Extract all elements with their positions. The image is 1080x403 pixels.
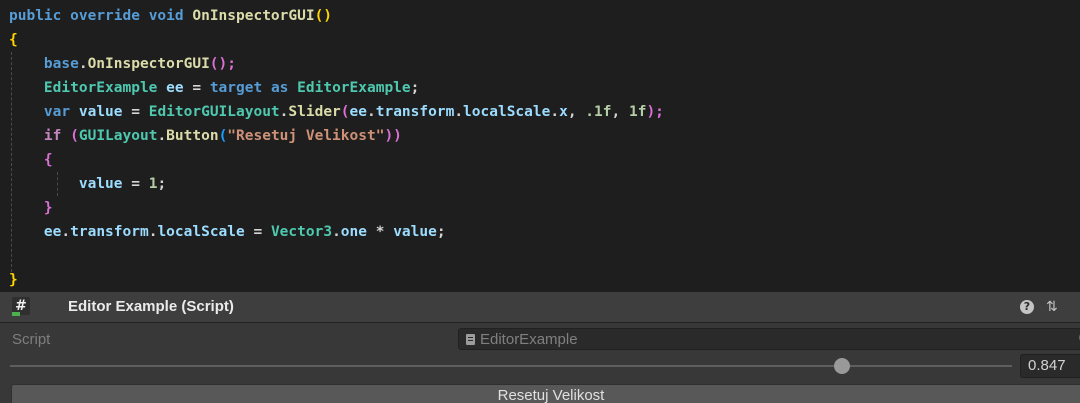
code-token: x bbox=[559, 104, 568, 120]
slider-value-field[interactable]: 0.847 bbox=[1020, 354, 1080, 378]
code-line-12: } bbox=[9, 268, 18, 292]
code-token: ee bbox=[166, 80, 184, 96]
code-token: transform bbox=[375, 104, 455, 120]
code-token: value bbox=[78, 176, 123, 192]
code-token: override bbox=[70, 8, 140, 24]
code-token: Slider bbox=[288, 104, 341, 120]
code-token: EditorExample bbox=[297, 80, 411, 96]
script-file-icon bbox=[466, 334, 475, 345]
code-token: OnInspectorGUI bbox=[87, 56, 210, 72]
code-line-6: if (GUILayout.Button("Resetuj Velikost")… bbox=[9, 124, 402, 148]
help-icon[interactable]: ? bbox=[1020, 300, 1034, 314]
code-token: . bbox=[454, 104, 464, 120]
code-token: "Resetuj Velikost" bbox=[227, 128, 385, 144]
code-token: target bbox=[209, 80, 263, 96]
code-token: .1f bbox=[585, 104, 612, 120]
code-line-4: EditorExample ee = target as EditorExamp… bbox=[9, 76, 419, 100]
code-token: . bbox=[367, 104, 376, 120]
code-token: ; bbox=[436, 224, 446, 240]
code-token: { bbox=[9, 32, 18, 48]
code-token: var bbox=[43, 104, 71, 120]
code-token: EditorExample bbox=[43, 80, 158, 96]
presets-icon[interactable]: ⇅ bbox=[1046, 298, 1058, 316]
app-window: public override void OnInspectorGUI() { … bbox=[0, 0, 1080, 403]
code-token: )) bbox=[384, 128, 402, 144]
slider-thumb[interactable] bbox=[833, 358, 850, 374]
inspector-panel: # Editor Example (Script) ? ⇅ ⋮ Script E… bbox=[0, 292, 1080, 403]
script-field-label: Script bbox=[12, 331, 51, 348]
script-icon: # bbox=[12, 297, 30, 316]
code-token: { bbox=[43, 152, 53, 168]
code-token: . bbox=[78, 56, 88, 72]
code-token: OnInspectorGUI bbox=[192, 8, 315, 24]
component-header[interactable]: # Editor Example (Script) ? ⇅ ⋮ bbox=[0, 292, 1080, 323]
code-token: = bbox=[122, 104, 149, 120]
code-token: value bbox=[78, 104, 123, 120]
code-token: Button bbox=[166, 128, 219, 144]
code-token: . bbox=[61, 224, 71, 240]
code-token: transform bbox=[70, 224, 149, 240]
code-token: = bbox=[122, 176, 149, 192]
code-token: localScale bbox=[463, 104, 551, 120]
code-token: Vector3 bbox=[270, 224, 333, 240]
code-token: ee bbox=[349, 104, 367, 120]
script-object-field: EditorExample bbox=[458, 328, 1080, 350]
code-token: * bbox=[367, 224, 394, 240]
code-token: ( bbox=[61, 128, 79, 144]
reset-size-button[interactable]: Resetuj Velikost bbox=[11, 384, 1080, 403]
code-token: value bbox=[393, 224, 437, 240]
code-token: (); bbox=[209, 56, 236, 72]
code-token: } bbox=[43, 200, 53, 216]
code-token: base bbox=[43, 56, 79, 72]
code-token: ; bbox=[157, 176, 167, 192]
code-token: GUILayout bbox=[78, 128, 158, 144]
code-token: = bbox=[244, 224, 271, 240]
kebab-menu-icon[interactable]: ⋮ bbox=[1074, 298, 1080, 316]
code-token: if bbox=[43, 128, 62, 144]
slider-track[interactable] bbox=[10, 365, 1012, 367]
code-token: () bbox=[314, 8, 333, 24]
code-token: as bbox=[270, 80, 289, 96]
code-token: , bbox=[567, 104, 586, 120]
code-line-1: public override void OnInspectorGUI() bbox=[9, 4, 332, 28]
code-token: ( bbox=[340, 104, 350, 120]
code-token: ee bbox=[43, 224, 62, 240]
code-line-8: value = 1; bbox=[9, 172, 166, 196]
code-line-3: base.OnInspectorGUI(); bbox=[9, 52, 236, 76]
script-object-name: EditorExample bbox=[480, 331, 578, 348]
code-line-10: ee.transform.localScale = Vector3.one * … bbox=[9, 220, 446, 244]
code-token: EditorGUILayout bbox=[148, 104, 280, 120]
code-token: 1f bbox=[628, 104, 647, 120]
code-token: ); bbox=[646, 104, 664, 120]
code-token: , bbox=[611, 104, 629, 120]
code-line-9: } bbox=[9, 196, 53, 220]
code-line-7: { bbox=[9, 148, 53, 172]
code-token: . bbox=[332, 224, 341, 240]
code-token: } bbox=[9, 272, 18, 288]
code-token: one bbox=[340, 224, 367, 240]
code-line-2: { bbox=[9, 28, 18, 52]
code-token: localScale bbox=[157, 224, 245, 240]
code-token: ; bbox=[410, 80, 420, 96]
code-token: . bbox=[157, 128, 167, 144]
code-token: . bbox=[550, 104, 560, 120]
code-token: ( bbox=[218, 128, 228, 144]
code-token: public bbox=[9, 8, 62, 24]
component-title: Editor Example (Script) bbox=[68, 298, 234, 315]
code-editor[interactable]: public override void OnInspectorGUI() { … bbox=[0, 0, 1080, 292]
code-token: = bbox=[183, 80, 210, 96]
code-token: void bbox=[148, 8, 184, 24]
code-line-5: var value = EditorGUILayout.Slider(ee.tr… bbox=[9, 100, 664, 124]
